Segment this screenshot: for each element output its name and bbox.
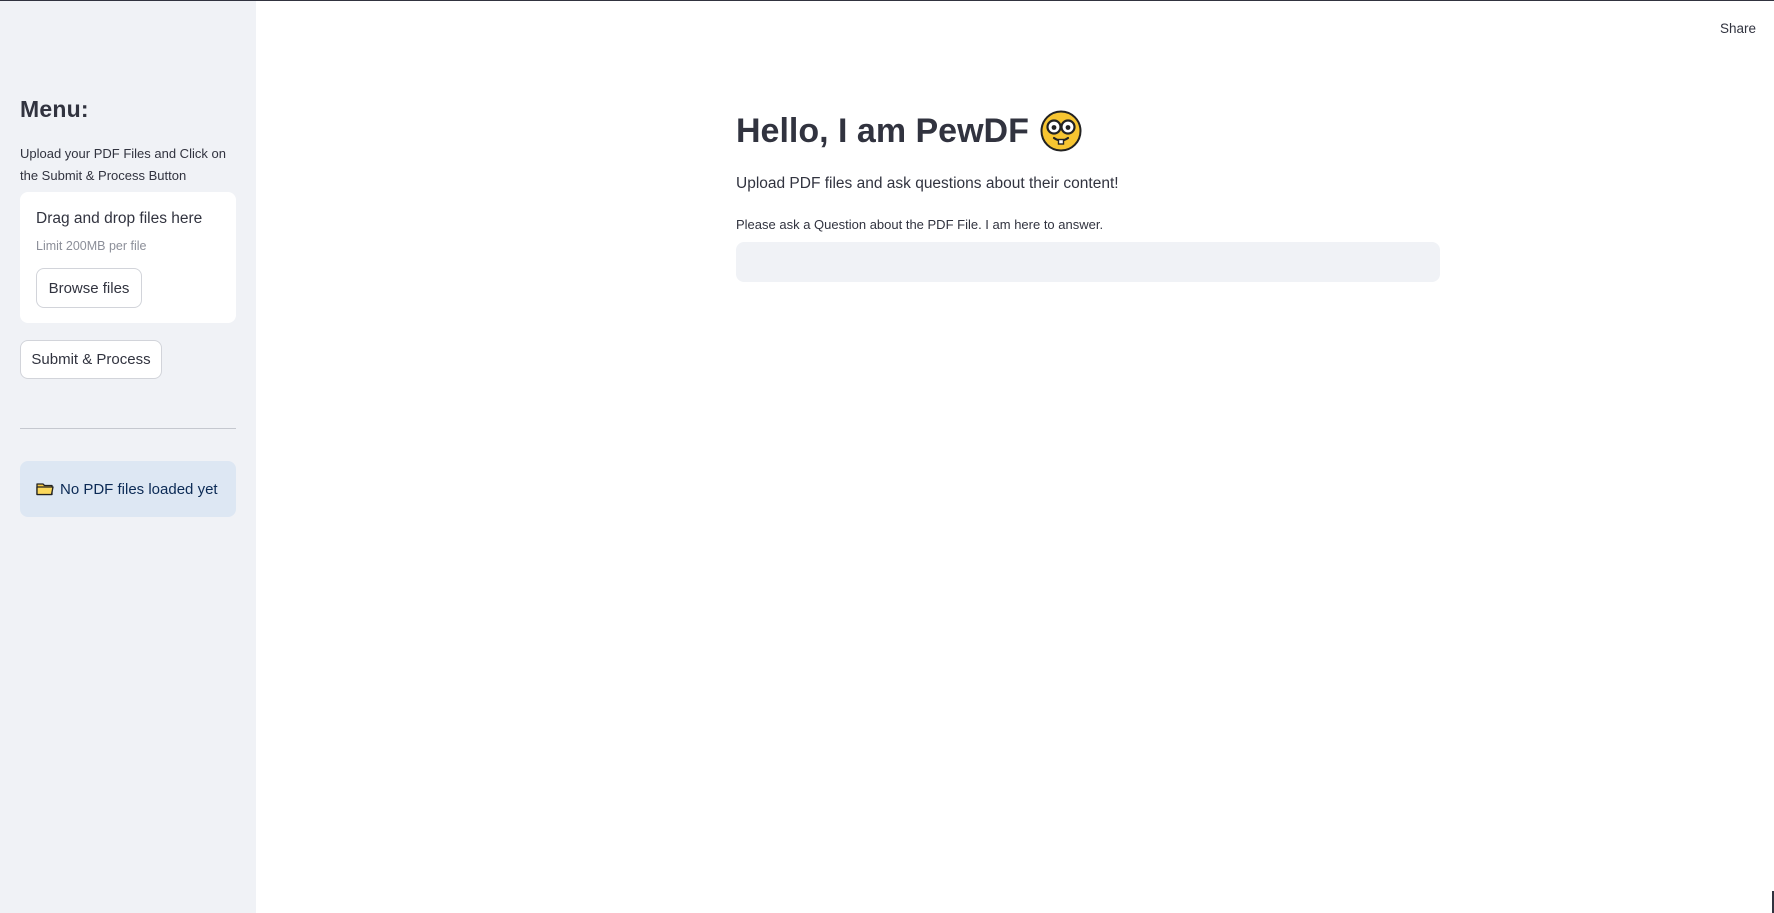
status-text: No PDF files loaded yet [60, 480, 218, 498]
folder-icon [36, 482, 54, 496]
file-dropzone[interactable]: Drag and drop files here Limit 200MB per… [20, 192, 236, 323]
sidebar-description: Upload your PDF Files and Click on the S… [20, 146, 226, 183]
dropzone-limit: Limit 200MB per file [36, 239, 147, 253]
sidebar-divider [20, 428, 236, 429]
top-border [0, 0, 1774, 1]
page-subtitle: Upload PDF files and ask questions about… [736, 175, 1119, 192]
share-button[interactable]: Share [1720, 21, 1756, 36]
question-label: Please ask a Question about the PDF File… [736, 217, 1104, 232]
nerd-face-icon [1040, 110, 1082, 152]
sidebar-title: Menu: [20, 96, 89, 122]
dropzone-title: Drag and drop files here [36, 210, 203, 227]
page-title: Hello, I am PewDF [736, 110, 1082, 152]
question-input[interactable] [736, 242, 1440, 282]
page-title-text: Hello, I am PewDF [736, 111, 1029, 150]
browse-files-button[interactable]: Browse files [36, 268, 142, 308]
status-info-box: No PDF files loaded yet [20, 461, 236, 517]
submit-process-button[interactable]: Submit & Process [20, 340, 162, 379]
sidebar: Menu: Upload your PDF Files and Click on… [0, 1, 256, 913]
